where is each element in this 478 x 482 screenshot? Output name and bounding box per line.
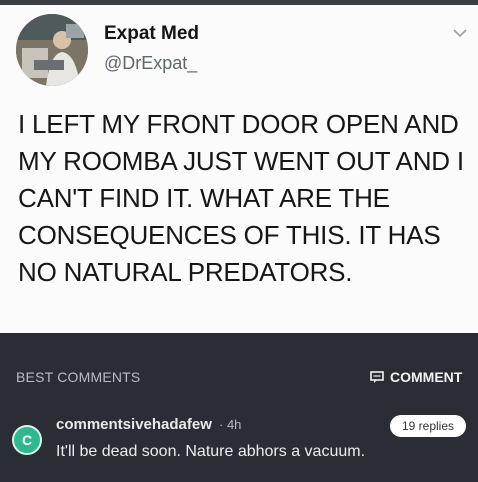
profile-avatar[interactable] [16, 14, 88, 86]
replies-button[interactable]: 19 replies [390, 415, 466, 437]
chevron-down-icon[interactable] [452, 27, 468, 39]
comment-icon [370, 370, 384, 383]
comment-button-label: COMMENT [390, 369, 463, 385]
commenter-avatar[interactable]: C [12, 425, 42, 455]
display-name[interactable]: Expat Med [104, 23, 199, 45]
avatar-photo [16, 14, 88, 86]
best-comments-label: BEST COMMENTS [16, 369, 141, 385]
tweet-card: Expat Med @DrExpat_ I LEFT MY FRONT DOOR… [0, 5, 478, 333]
comment-text: It'll be dead soon. Nature abhors a vacu… [56, 443, 366, 460]
comment-button[interactable]: COMMENT [370, 367, 462, 387]
commenter-username[interactable]: commentsivehadafew [56, 416, 212, 433]
comments-header: BEST COMMENTS COMMENT [0, 333, 478, 395]
comment-item: C commentsivehadafew · 4h 19 replies It'… [0, 395, 478, 482]
comment-timestamp: · 4h [219, 417, 242, 432]
user-handle[interactable]: @DrExpat_ [104, 53, 197, 74]
tweet-text: I LEFT MY FRONT DOOR OPEN AND MY ROOMBA … [18, 109, 464, 287]
